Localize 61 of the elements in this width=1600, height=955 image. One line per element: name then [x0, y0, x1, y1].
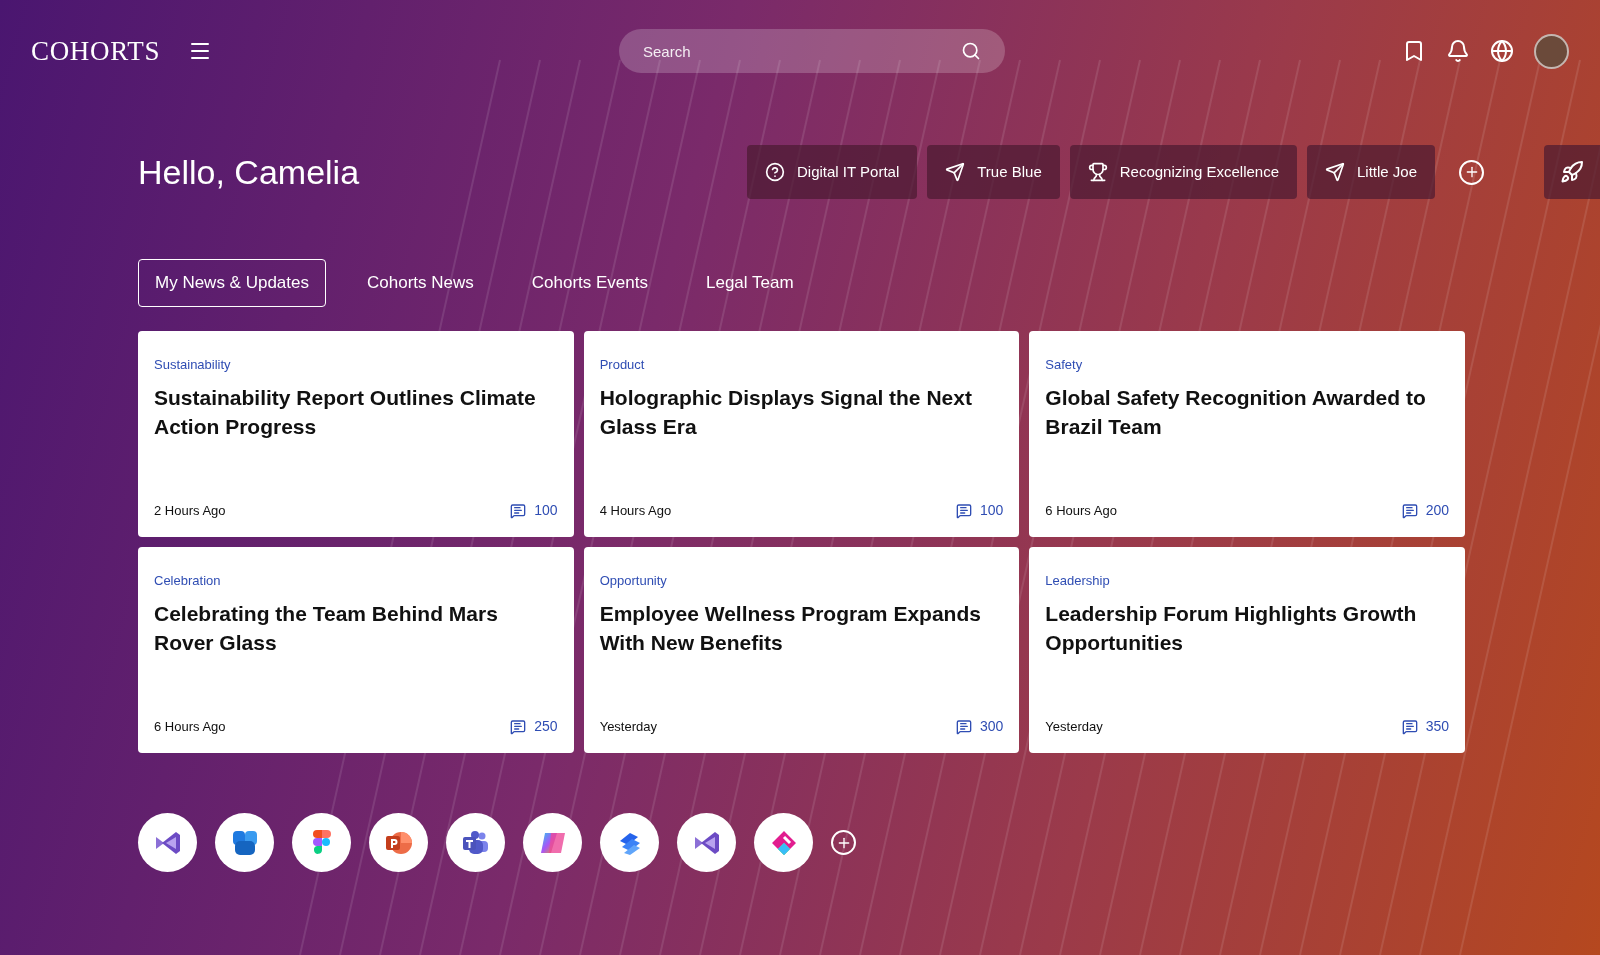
greeting: Hello, Camelia	[138, 151, 361, 193]
card-category: Safety	[1045, 356, 1084, 374]
comment-icon	[1401, 718, 1418, 735]
card-title: Sustainability Report Outlines Climate Action Progress	[154, 384, 537, 440]
globe-icon[interactable]	[1490, 39, 1514, 63]
add-link-button[interactable]	[1459, 159, 1485, 185]
news-card[interactable]: Safety Global Safety Recognition Awarded to Brazil Team 6 Hours Ago 200	[1029, 331, 1465, 537]
tab[interactable]: Cohorts Events	[514, 259, 665, 307]
paper-plane-icon	[1325, 162, 1345, 182]
card-category: Opportunity	[599, 572, 668, 590]
quick-link-button[interactable]: Little Joe	[1307, 145, 1436, 199]
card-time: 6 Hours Ago	[154, 717, 226, 736]
news-card[interactable]: Opportunity Employee Wellness Program Expands With New Benefits Yesterday 300	[583, 547, 1020, 753]
comment-icon	[1401, 502, 1418, 519]
app-shortcut[interactable]	[600, 813, 659, 872]
paper-plane-icon	[945, 162, 966, 182]
help-icon	[765, 162, 785, 182]
notifications-icon[interactable]	[1446, 39, 1470, 63]
comment-count: 250	[534, 717, 558, 736]
quick-link-button[interactable]: Digital IT Portal	[747, 145, 918, 199]
comment-icon	[510, 718, 527, 735]
comment-count: 100	[534, 501, 558, 520]
card-category: Leadership	[1045, 572, 1111, 590]
comment-count: 350	[1425, 717, 1449, 736]
card-category: Sustainability	[154, 356, 232, 374]
tab[interactable]: Legal Team	[689, 259, 811, 307]
card-time: Yesterday	[1045, 717, 1103, 736]
news-card[interactable]: Product Holographic Displays Signal the Next Glass Era 4 Hours Ago 100	[583, 331, 1020, 537]
rocket-button[interactable]	[1544, 145, 1600, 199]
comment-icon	[510, 502, 527, 519]
card-time: Yesterday	[599, 717, 657, 736]
add-app-button[interactable]	[831, 830, 856, 855]
quick-link-button[interactable]: Recognizing Excellence	[1069, 145, 1297, 199]
comment-icon	[955, 718, 972, 735]
news-card[interactable]: Sustainability Sustainability Report Outlines Climate Action Progress 2 Hours Ago 100	[138, 331, 574, 537]
card-title: Global Safety Recognition Awarded to Brazil Team	[1045, 384, 1427, 440]
comment-count: 300	[979, 717, 1004, 736]
avatar[interactable]	[1534, 33, 1569, 69]
card-category: Celebration	[154, 572, 222, 590]
logo[interactable]: COHORTS	[31, 30, 161, 72]
rocket-icon	[1560, 160, 1584, 184]
card-title: Holographic Displays Signal the Next Glass Era	[599, 384, 973, 440]
quick-link-button[interactable]: True Blue	[927, 145, 1060, 199]
news-card[interactable]: Celebration Celebrating the Team Behind Mars Rover Glass 6 Hours Ago 250	[138, 547, 574, 753]
card-title: Leadership Forum Highlights Growth Opportunities	[1045, 600, 1418, 656]
card-time: 2 Hours Ago	[154, 501, 226, 520]
comment-count: 100	[979, 501, 1004, 520]
comment-count: 200	[1425, 501, 1449, 520]
trophy-icon	[1087, 162, 1108, 182]
app-shortcut[interactable]	[754, 813, 813, 872]
card-title: Celebrating the Team Behind Mars Rover Glass	[154, 600, 499, 656]
comment-icon	[955, 502, 972, 519]
card-time: 6 Hours Ago	[1045, 501, 1117, 520]
app-shortcut[interactable]	[677, 813, 736, 872]
card-title: Employee Wellness Program Expands With New Benefits	[599, 600, 982, 656]
card-category: Product	[599, 356, 646, 374]
search-icon	[961, 41, 981, 61]
news-card[interactable]: Leadership Leadership Forum Highlights Growth Opportunities Yesterday 350	[1029, 547, 1465, 753]
tab[interactable]: Cohorts News	[350, 259, 491, 307]
card-time: 4 Hours Ago	[599, 501, 672, 520]
tab[interactable]: My News & Updates	[138, 259, 326, 307]
